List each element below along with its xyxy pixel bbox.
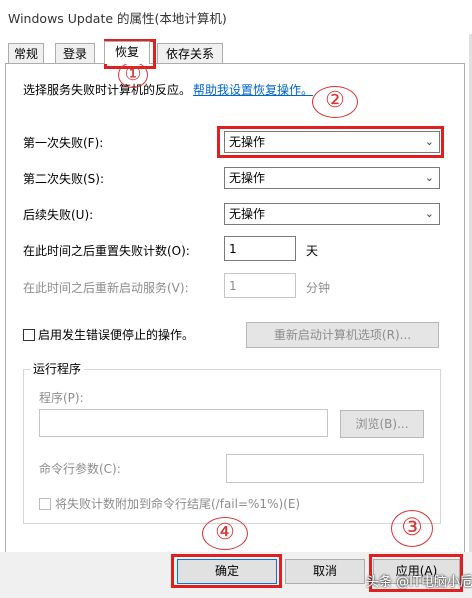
chevron-down-icon: ⌄ xyxy=(424,171,434,184)
second-failure-value: 无操作 xyxy=(229,171,266,185)
annotation-number-1: ① xyxy=(118,62,148,88)
append-fail-count-checkbox[interactable] xyxy=(39,498,51,510)
program-input[interactable] xyxy=(39,409,328,437)
subsequent-failures-label: 后续失败(U): xyxy=(23,208,94,222)
second-failure-label: 第二次失败(S): xyxy=(23,172,105,186)
append-fail-count-label: 将失败计数附加到命令行结尾(/fail=%1%)(E) xyxy=(55,497,301,511)
help-link[interactable]: 帮助我设置恢复操作。 xyxy=(193,82,313,98)
program-label: 程序(P): xyxy=(39,391,84,405)
chevron-down-icon: ⌄ xyxy=(424,207,434,220)
cancel-button[interactable]: 取消 xyxy=(285,559,365,584)
second-failure-combo[interactable]: 无操作 ⌄ xyxy=(224,167,440,189)
annotation-number-2: ② xyxy=(312,86,358,118)
reset-count-unit: 天 xyxy=(306,244,319,258)
annotation-box-first-failure xyxy=(217,126,444,158)
restart-service-value: 1 xyxy=(229,279,237,293)
first-failure-label: 第一次失败(F): xyxy=(23,136,104,150)
run-program-legend: 运行程序 xyxy=(30,361,85,377)
restart-service-input[interactable]: 1 xyxy=(224,273,296,298)
annotation-number-3: ③ xyxy=(391,510,433,547)
tab-general[interactable]: 常规 xyxy=(8,43,44,64)
title-bar: Windows Update 的属性(本地计算机) xyxy=(0,0,472,34)
annotation-number-4: ④ xyxy=(202,517,248,550)
restart-service-label: 在此时间之后重新启动服务(V): xyxy=(23,281,189,295)
reset-count-value: 1 xyxy=(229,242,237,256)
stop-with-errors-label: 启用发生错误便停止的操作。 xyxy=(38,328,195,342)
reset-count-label: 在此时间之后重置失败计数(O): xyxy=(23,244,190,258)
subsequent-failures-value: 无操作 xyxy=(229,207,266,221)
subsequent-failures-combo[interactable]: 无操作 ⌄ xyxy=(224,203,440,225)
window-title: Windows Update 的属性(本地计算机) xyxy=(8,11,227,26)
intro-text: 选择服务失败时计算机的反应。 xyxy=(23,83,192,97)
restart-computer-options-button[interactable]: 重新启动计算机选项(R)... xyxy=(246,322,439,348)
tab-recovery[interactable]: 恢复 xyxy=(104,41,150,64)
tab-logon[interactable]: 登录 xyxy=(55,43,95,64)
restart-service-unit: 分钟 xyxy=(306,281,331,295)
browse-button[interactable]: 浏览(B)... xyxy=(340,410,424,438)
annotation-box-ok xyxy=(171,554,282,588)
reset-count-input[interactable]: 1 xyxy=(224,236,296,261)
tab-dependencies[interactable]: 依存关系 xyxy=(157,43,223,64)
stop-with-errors-checkbox[interactable] xyxy=(23,329,35,341)
watermark-text: 头条 @IT电脑小卮 xyxy=(366,575,472,590)
cmdline-label: 命令行参数(C): xyxy=(39,462,121,476)
cmdline-input[interactable] xyxy=(226,454,424,483)
